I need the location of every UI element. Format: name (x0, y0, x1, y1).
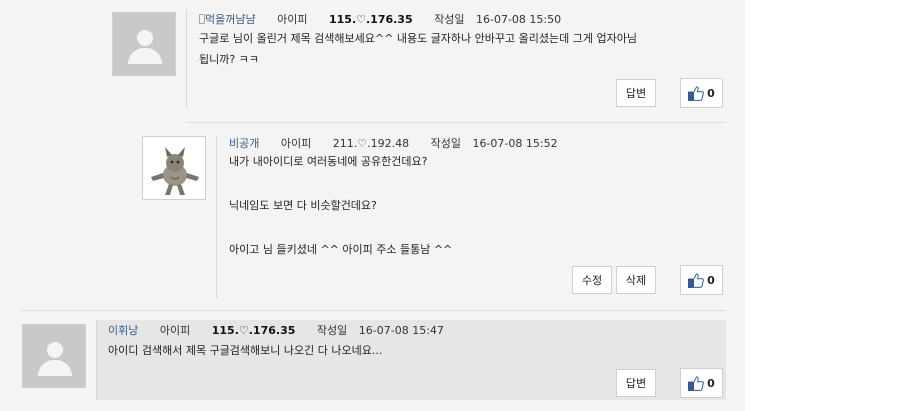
comment-line: 구글로 님이 올린거 제목 검색해보세요^^ 내용도 글자하나 안바꾸고 올리셨… (199, 32, 637, 45)
comment-meta: 먹을꺼냠냠 아이피 115.♡.176.35 작성일 16-07-08 15:5… (199, 11, 561, 27)
comment-meta: 비공개 아이피 211.♡.192.48 작성일 16-07-08 15:52 (229, 135, 558, 151)
edit-button[interactable]: 수정 (572, 266, 612, 294)
date-label: 작성일 (430, 137, 461, 150)
thread-line (96, 320, 97, 400)
like-count: 0 (707, 86, 715, 100)
ip-label: 아이피 (277, 13, 308, 26)
divider (186, 122, 726, 123)
comment-line: 됩니까? ㅋㅋ (199, 53, 259, 66)
reply-button[interactable]: 답변 (616, 369, 656, 397)
user-silhouette-icon (112, 12, 176, 76)
thumbs-up-icon (688, 85, 705, 101)
author-name[interactable]: 비공개 (229, 137, 259, 150)
ip-address: 115.♡.176.35 (328, 13, 413, 26)
comment-line: 아이디 검색해서 제목 구글검색해보니 나오긴 다 나오네요... (108, 344, 383, 357)
comment-body: 내가 내아이디로 여러동네에 공유한건데요? 닉네임도 보면 다 비슷할건데요?… (229, 151, 452, 260)
thumbs-up-icon (688, 375, 705, 391)
thumbs-up-icon (688, 272, 705, 288)
thread-line (216, 136, 217, 298)
date-label: 작성일 (434, 13, 465, 26)
comment-meta: 이휘낭 아이피 115.♡.176.35 작성일 16-07-08 15:47 (108, 322, 444, 338)
user-silhouette-icon (22, 324, 86, 388)
ip-label: 아이피 (159, 324, 191, 337)
ip-label: 아이피 (280, 137, 312, 150)
comment-date: 16-07-08 15:47 (358, 324, 444, 337)
ip-address: 115.♡.176.35 (211, 324, 296, 337)
comment-line: 아이고 님 들키셨네 ^^ 아이피 주소 들통남 ^^ (229, 243, 453, 256)
author-name[interactable]: 이휘낭 (108, 324, 138, 337)
comment-line: 내가 내아이디로 여러동네에 공유한건데요? (229, 155, 428, 168)
divider (20, 310, 726, 311)
comment-body: 아이디 검색해서 제목 구글검색해보니 나오긴 다 나오네요... (108, 340, 382, 361)
like-button[interactable]: 0 (680, 265, 723, 295)
like-button[interactable]: 0 (680, 78, 723, 108)
like-button[interactable]: 0 (680, 368, 723, 398)
like-count: 0 (707, 273, 715, 287)
comment-body: 구글로 님이 올린거 제목 검색해보세요^^ 내용도 글자하나 안바꾸고 올리셨… (199, 28, 637, 70)
comment-date: 16-07-08 15:50 (476, 13, 562, 26)
ip-address: 211.♡.192.48 (332, 137, 410, 150)
reply-button[interactable]: 답변 (616, 79, 656, 107)
comment-date: 16-07-08 15:52 (472, 137, 558, 150)
comment-list: 먹을꺼냠냠 아이피 115.♡.176.35 작성일 16-07-08 15:5… (0, 0, 745, 411)
cat-avatar-icon (142, 136, 206, 200)
like-count: 0 (707, 376, 715, 390)
date-label: 작성일 (316, 324, 348, 337)
thread-line (186, 10, 187, 108)
delete-button[interactable]: 삭제 (616, 266, 656, 294)
author-name[interactable]: 먹을꺼냠냠 (205, 13, 256, 26)
comment-line: 닉네임도 보면 다 비슷할건데요? (229, 199, 377, 212)
